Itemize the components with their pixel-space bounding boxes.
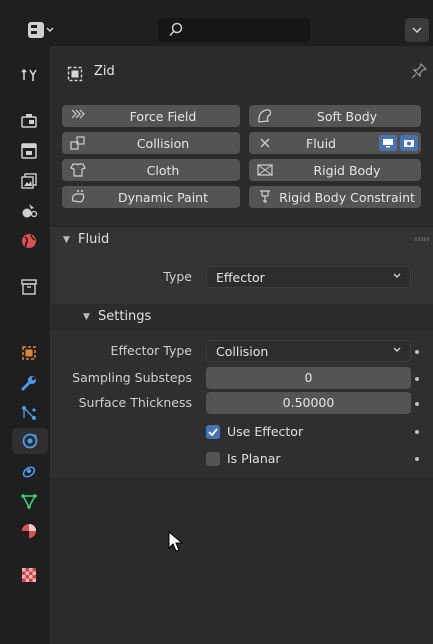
tab-material[interactable]	[16, 518, 42, 544]
physics-icon	[22, 433, 38, 449]
particles-icon	[22, 406, 36, 420]
collision-button[interactable]: Collision	[62, 132, 240, 154]
animate-property-dot[interactable]	[415, 350, 419, 354]
object-icon	[67, 66, 83, 82]
use-effector-label: Use Effector	[227, 424, 304, 439]
tab-scene[interactable]	[16, 198, 42, 224]
cloth-button[interactable]: Cloth	[62, 159, 240, 181]
type-label: Type	[163, 269, 192, 284]
mesh-data-icon	[21, 494, 37, 509]
force-field-icon	[68, 107, 88, 125]
fluid-panel-title: Fluid	[78, 232, 110, 247]
tab-constraints[interactable]	[16, 458, 42, 484]
tab-collection[interactable]	[16, 274, 42, 300]
properties-editor-icon	[28, 22, 54, 38]
rigid-body-constraint-button[interactable]: Rigid Body Constraint	[249, 186, 421, 208]
output-icon	[21, 143, 37, 159]
collision-icon	[68, 134, 88, 152]
properties-panel: Zid Force Field Soft Body Collision Flui…	[50, 46, 433, 644]
tab-texture[interactable]	[16, 562, 42, 588]
object-icon	[22, 346, 36, 360]
scene-icon	[22, 204, 38, 218]
render-toggle[interactable]	[400, 135, 418, 151]
settings-panel-header[interactable]: ▼ Settings	[50, 304, 433, 330]
checkmark-icon	[208, 428, 218, 437]
view-layer-icon	[21, 173, 37, 189]
rigid-body-icon	[255, 161, 275, 179]
soft-body-button[interactable]: Soft Body	[249, 105, 421, 127]
fluid-type-dropdown[interactable]: Effector	[206, 266, 411, 288]
wrench-icon	[21, 376, 36, 391]
tab-view-layer[interactable]	[16, 168, 42, 194]
collapse-triangle-icon: ▼	[63, 235, 70, 245]
is-planar-label: Is Planar	[227, 451, 281, 466]
collection-icon	[21, 279, 37, 295]
search-input[interactable]	[158, 18, 310, 42]
soft-body-icon	[255, 107, 275, 125]
cloth-icon	[68, 161, 88, 179]
tab-object[interactable]	[16, 340, 42, 366]
settings-panel-body: Effector Type Collision Sampling Substep…	[50, 330, 433, 478]
search-icon	[169, 22, 183, 37]
close-icon[interactable]	[255, 134, 275, 152]
tab-particles[interactable]	[16, 400, 42, 426]
effector-type-dropdown[interactable]: Collision	[206, 340, 411, 362]
rigid-body-button[interactable]: Rigid Body	[249, 159, 421, 181]
sampling-substeps-label: Sampling Substeps	[72, 370, 192, 385]
surface-thickness-label: Surface Thickness	[78, 395, 192, 410]
editor-type-selector[interactable]	[26, 18, 66, 42]
chevron-down-icon	[412, 27, 422, 34]
animate-property-dot[interactable]	[415, 377, 419, 381]
chevron-down-icon	[393, 347, 401, 352]
fluid-panel-header[interactable]: ▼ Fluid	[50, 226, 433, 253]
sampling-substeps-field[interactable]: 0	[206, 367, 411, 389]
mouse-cursor-icon	[168, 531, 184, 552]
fluid-button[interactable]: Fluid	[249, 132, 421, 154]
constraints-icon	[22, 466, 36, 478]
properties-tabs	[0, 46, 50, 644]
tab-output[interactable]	[16, 138, 42, 164]
object-name: Zid	[94, 64, 115, 79]
tab-render[interactable]	[16, 108, 42, 134]
chevron-down-icon	[393, 273, 401, 278]
tab-world[interactable]	[16, 228, 42, 254]
force-field-button[interactable]: Force Field	[62, 105, 240, 127]
world-icon	[22, 234, 36, 248]
tab-tool[interactable]	[16, 62, 42, 88]
rigid-body-constraint-icon	[255, 188, 275, 206]
animate-property-dot[interactable]	[415, 430, 419, 434]
context-header: Zid	[50, 46, 433, 92]
surface-thickness-field[interactable]: 0.50000	[206, 392, 411, 414]
material-icon	[22, 524, 36, 538]
is-planar-checkbox[interactable]	[206, 452, 220, 466]
camera-icon	[404, 140, 414, 147]
render-icon	[21, 114, 37, 128]
tab-physics[interactable]	[12, 428, 48, 454]
animate-property-dot[interactable]	[415, 402, 419, 406]
pin-icon[interactable]	[410, 62, 428, 80]
options-dropdown-button[interactable]	[405, 18, 429, 42]
collapse-triangle-icon: ▼	[83, 312, 90, 322]
drag-handle-icon[interactable]	[415, 237, 429, 241]
tool-icon	[21, 68, 37, 81]
settings-panel-title: Settings	[98, 309, 152, 324]
use-effector-checkbox[interactable]	[206, 425, 220, 439]
effector-type-label: Effector Type	[110, 343, 192, 358]
animate-property-dot[interactable]	[415, 457, 419, 461]
tab-data[interactable]	[16, 488, 42, 514]
dynamic-paint-icon	[68, 188, 88, 206]
top-bar	[0, 0, 433, 46]
monitor-icon	[383, 139, 393, 148]
tab-modifiers[interactable]	[16, 370, 42, 396]
dynamic-paint-button[interactable]: Dynamic Paint	[62, 186, 240, 208]
viewport-display-toggle[interactable]	[379, 135, 397, 151]
texture-icon	[22, 568, 36, 582]
